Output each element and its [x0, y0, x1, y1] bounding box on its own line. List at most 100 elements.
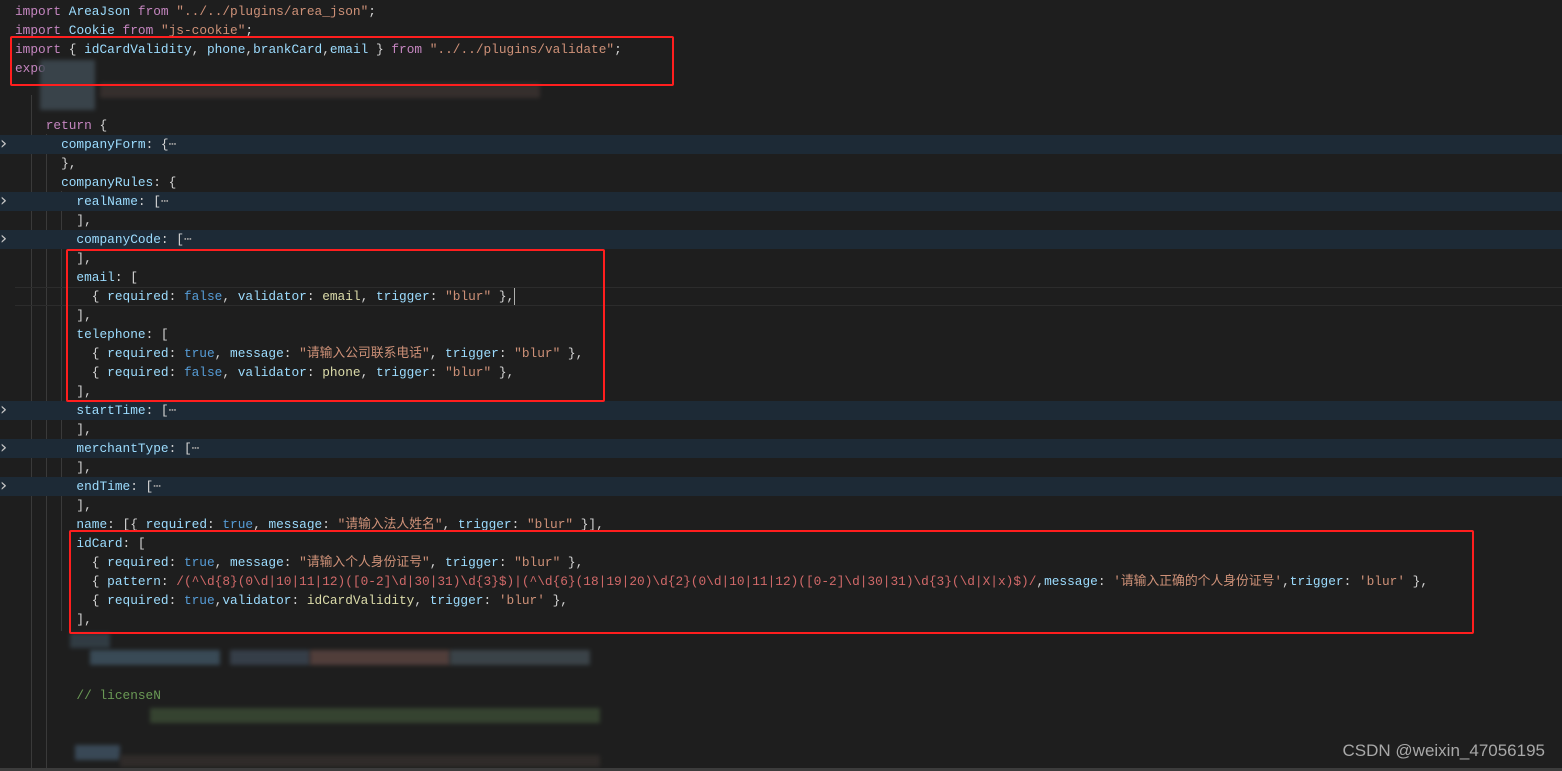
code-token: : [ — [145, 403, 169, 418]
code-line[interactable]: }, — [0, 154, 1562, 173]
code-token: 'blur' — [1358, 574, 1405, 589]
code-line[interactable]: ], — [0, 306, 1562, 325]
code-text: email: [ — [15, 268, 137, 287]
code-token: companyCode — [15, 232, 161, 247]
code-token: "js-cookie" — [160, 23, 246, 38]
folded-code-line[interactable]: › merchantType: [⋯ — [0, 439, 1562, 458]
code-line[interactable]: { required: true, message: "请输入个人身份证号", … — [0, 553, 1562, 572]
code-token: message — [230, 346, 284, 361]
code-token: , — [360, 289, 376, 304]
code-token: brankCard — [253, 42, 323, 57]
code-token: import — [15, 23, 69, 38]
code-line[interactable]: ], — [0, 211, 1562, 230]
folded-code-line[interactable]: › companyForm: {⋯ — [0, 135, 1562, 154]
code-line[interactable]: { required: true, validator: idCardValidi… — [0, 591, 1562, 610]
code-token: from — [122, 23, 161, 38]
fold-chevron-icon[interactable]: › — [0, 135, 12, 153]
folded-code-line[interactable]: › endTime: [⋯ — [0, 477, 1562, 496]
code-line[interactable]: ], — [0, 458, 1562, 477]
code-line[interactable]: { required: false, validator: email, tri… — [0, 287, 1562, 306]
code-token: '请输入正确的个人身份证号' — [1113, 574, 1283, 589]
code-token: ; — [614, 42, 622, 57]
code-token: email — [322, 289, 361, 304]
code-token: "请输入个人身份证号" — [299, 555, 430, 570]
code-line[interactable]: import { idCardValidity, phone,brankCard… — [0, 40, 1562, 59]
code-token: : — [498, 555, 515, 570]
fold-chevron-icon[interactable]: › — [0, 230, 12, 248]
code-editor[interactable]: import AreaJson from "../../plugins/area… — [0, 0, 1562, 768]
folded-code-line[interactable]: › companyCode: [⋯ — [0, 230, 1562, 249]
code-text: ], — [15, 249, 91, 268]
code-line[interactable]: ], — [0, 610, 1562, 629]
code-token: from — [391, 42, 430, 57]
code-token: phone — [322, 365, 361, 380]
code-text: companyForm: {⋯ — [15, 135, 176, 154]
code-token: : — [291, 593, 307, 608]
code-text: name: [{ required: true, message: "请输入法人… — [15, 515, 603, 534]
code-line[interactable]: ], — [0, 382, 1562, 401]
code-line[interactable]: companyRules: { — [0, 173, 1562, 192]
code-text: ], — [15, 306, 91, 325]
code-line[interactable]: email: [ — [0, 268, 1562, 287]
code-token: ⋯ — [160, 194, 169, 209]
code-token: 'blur' — [498, 593, 545, 608]
code-token: : — [498, 346, 515, 361]
code-token: idCardValidity — [306, 593, 415, 608]
code-token: realName — [15, 194, 138, 209]
code-token: ], — [15, 460, 92, 475]
fold-chevron-icon[interactable]: › — [0, 401, 12, 419]
code-token: : — [306, 289, 323, 304]
folded-code-line[interactable]: › realName: [⋯ — [0, 192, 1562, 211]
code-token: email — [329, 42, 376, 57]
code-line[interactable]: name: [{ required: true, message: "请输入法人… — [0, 515, 1562, 534]
code-token: name — [15, 517, 108, 532]
code-line[interactable]: idCard: [ — [0, 534, 1562, 553]
code-line[interactable]: telephone: [ — [0, 325, 1562, 344]
code-line[interactable]: import Cookie from "js-cookie"; — [0, 21, 1562, 40]
fold-chevron-icon[interactable]: › — [0, 192, 12, 210]
code-line[interactable]: return { — [0, 116, 1562, 135]
redacted-region — [100, 83, 540, 98]
code-token: import — [15, 42, 69, 57]
code-line[interactable]: { required: false, validator: phone, tri… — [0, 363, 1562, 382]
code-token: email — [15, 270, 115, 285]
code-text: telephone: [ — [15, 325, 169, 344]
code-line[interactable]: import AreaJson from "../../plugins/area… — [0, 2, 1562, 21]
redacted-region — [75, 745, 120, 760]
code-token: : — [168, 593, 184, 608]
code-token: : [ — [145, 327, 169, 342]
code-line[interactable]: { required: true, message: "请输入公司联系电话", … — [0, 344, 1562, 363]
code-token: required — [107, 593, 169, 608]
code-token: true — [183, 555, 215, 570]
code-token: : — [1097, 574, 1114, 589]
code-text: companyCode: [⋯ — [15, 230, 191, 249]
code-token: message — [230, 555, 284, 570]
code-token: ; — [245, 23, 254, 38]
fold-chevron-icon[interactable]: › — [0, 439, 12, 457]
code-line[interactable]: ], — [0, 249, 1562, 268]
code-token: false — [183, 289, 223, 304]
code-token: message — [268, 517, 323, 532]
code-line[interactable]: expo — [0, 59, 1562, 78]
code-line[interactable]: ], — [0, 496, 1562, 515]
code-token: false — [183, 365, 223, 380]
code-token: , — [322, 42, 330, 57]
code-token: }, — [560, 555, 584, 570]
code-line[interactable]: // licenseN — [0, 686, 1562, 705]
folded-code-line[interactable]: › startTime: [⋯ — [0, 401, 1562, 420]
code-line[interactable]: { pattern: /(^\d{8}(0\d|10|11|12)([0-2]\… — [0, 572, 1562, 591]
code-token: Cookie — [68, 23, 123, 38]
code-token: , — [214, 555, 231, 570]
code-token: ], — [15, 612, 92, 627]
code-text: return { — [15, 116, 107, 135]
code-token: : — [168, 365, 184, 380]
code-token: required — [107, 365, 169, 380]
code-token: ⋯ — [168, 403, 177, 418]
code-line[interactable]: ], — [0, 420, 1562, 439]
code-text: }, — [15, 154, 76, 173]
code-token: trigger — [1289, 574, 1344, 589]
code-token: : [ — [160, 232, 184, 247]
fold-chevron-icon[interactable]: › — [0, 477, 12, 495]
code-token: : [ — [122, 536, 146, 551]
code-text: startTime: [⋯ — [15, 401, 176, 420]
